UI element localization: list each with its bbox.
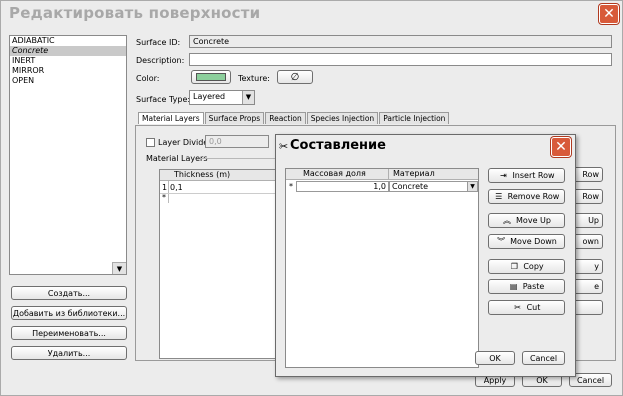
thickness-cell[interactable]: 0,1 xyxy=(170,183,183,193)
copy-icon: ❐ xyxy=(510,261,518,271)
tab-reaction[interactable]: Reaction xyxy=(265,112,306,124)
color-button[interactable] xyxy=(191,70,231,84)
insert-row-label: Insert Row xyxy=(512,171,555,180)
list-item[interactable]: OPEN xyxy=(10,76,126,86)
texture-label: Texture: xyxy=(238,74,270,83)
composition-table[interactable]: Массовая доля Материал * 1,0 Concrete ▼ xyxy=(285,168,479,368)
description-field[interactable] xyxy=(189,53,612,66)
composition-dialog: ✂ Составление ✕ Массовая доля Материал *… xyxy=(275,134,576,377)
remove-row-icon: ☰ xyxy=(495,191,503,201)
layer-divide-field[interactable]: 0,0 xyxy=(205,135,269,148)
paste-button[interactable]: ▤ Paste xyxy=(488,279,565,294)
tab-material-layers[interactable]: Material Layers xyxy=(138,112,204,124)
layer-divide-checkbox[interactable] xyxy=(146,138,155,147)
move-down-button[interactable]: ︾ Move Down xyxy=(488,234,565,249)
surface-type-label: Surface Type: xyxy=(136,95,191,104)
copy-button[interactable]: ❐ Copy xyxy=(488,259,565,274)
surface-type-select[interactable]: Layered ▼ xyxy=(189,90,255,105)
move-down-label: Move Down xyxy=(510,237,557,246)
window-close-button[interactable]: ✕ xyxy=(599,4,619,24)
color-swatch xyxy=(196,73,226,81)
paste-icon: ▤ xyxy=(509,281,518,291)
dialog-cancel-button[interactable]: Cancel xyxy=(522,351,565,365)
scissors-icon: ✂ xyxy=(514,302,521,312)
thickness-column-header[interactable]: Thickness (m) xyxy=(160,170,276,181)
row-header-divider xyxy=(168,181,169,203)
cut-button[interactable]: ✂ Cut xyxy=(488,300,565,315)
insert-row-icon: ⇥ xyxy=(500,170,507,180)
tool-icon: ✂ xyxy=(279,140,289,153)
chevron-down-icon: ▼ xyxy=(116,264,123,273)
material-value: Concrete xyxy=(392,182,429,191)
scroll-down-button[interactable]: ▼ xyxy=(112,262,126,274)
material-column-header[interactable]: Материал xyxy=(389,169,478,180)
list-item[interactable]: INERT xyxy=(10,56,126,66)
create-button[interactable]: Создать... xyxy=(11,286,127,300)
surface-type-value: Layered xyxy=(193,92,226,101)
chevron-down-icon[interactable]: ▼ xyxy=(242,91,254,104)
mass-fraction-cell[interactable]: 1,0 xyxy=(296,181,389,192)
tab-surface-props[interactable]: Surface Props xyxy=(204,112,265,124)
chevron-up-icon: ︽ xyxy=(503,215,512,225)
move-up-label: Move Up xyxy=(516,216,551,225)
tab-bar: Material Layers Surface Props Reaction S… xyxy=(138,112,450,124)
row-divider xyxy=(160,193,276,194)
tab-particle-injection[interactable]: Particle Injection xyxy=(379,112,450,124)
row-index: 1 xyxy=(162,183,168,192)
material-layers-group-label: Material Layers xyxy=(146,154,208,163)
delete-button[interactable]: Удалить... xyxy=(11,346,127,360)
rename-button[interactable]: Переименовать... xyxy=(11,326,127,340)
cut-label: Cut xyxy=(526,303,541,312)
list-item[interactable]: Concrete xyxy=(10,46,126,56)
list-item[interactable]: MIRROR xyxy=(10,66,126,76)
material-select[interactable]: Concrete ▼ xyxy=(389,181,478,192)
dialog-close-button[interactable]: ✕ xyxy=(551,137,571,157)
texture-button[interactable]: ∅ xyxy=(277,70,313,84)
surface-list[interactable]: ADIABATIC Concrete INERT MIRROR OPEN ▼ xyxy=(9,35,127,275)
surface-id-label: Surface ID: xyxy=(136,38,181,47)
close-icon: ✕ xyxy=(603,6,615,22)
copy-label: Copy xyxy=(523,262,544,271)
row-marker: * xyxy=(289,182,293,191)
mass-fraction-column-header[interactable]: Массовая доля xyxy=(286,169,389,180)
tab-species-injection[interactable]: Species Injection xyxy=(306,112,379,124)
remove-row-button[interactable]: ☰ Remove Row xyxy=(488,189,565,204)
insert-row-button[interactable]: ⇥ Insert Row xyxy=(488,168,565,183)
add-from-library-button[interactable]: Добавить из библиотеки... xyxy=(11,306,127,320)
dialog-ok-button[interactable]: OK xyxy=(475,351,515,365)
color-label: Color: xyxy=(136,74,160,83)
window-title: Редактировать поверхности xyxy=(9,4,261,22)
surface-id-field[interactable]: Concrete xyxy=(189,35,612,48)
move-up-button[interactable]: ︽ Move Up xyxy=(488,213,565,228)
paste-label: Paste xyxy=(522,282,545,291)
new-row-marker: * xyxy=(162,193,166,202)
remove-row-label: Remove Row xyxy=(507,192,560,201)
group-divider xyxy=(201,158,276,159)
no-texture-icon: ∅ xyxy=(290,71,300,83)
dialog-title: Составление xyxy=(290,138,386,153)
close-icon: ✕ xyxy=(555,139,567,155)
layer-divide-label: Layer Divide: xyxy=(158,138,211,147)
chevron-down-icon: ︾ xyxy=(497,236,506,246)
description-label: Description: xyxy=(136,56,185,65)
list-item[interactable]: ADIABATIC xyxy=(10,36,126,46)
chevron-down-icon[interactable]: ▼ xyxy=(467,182,477,191)
material-layers-table[interactable]: Thickness (m) 1 0,1 * xyxy=(159,169,277,359)
